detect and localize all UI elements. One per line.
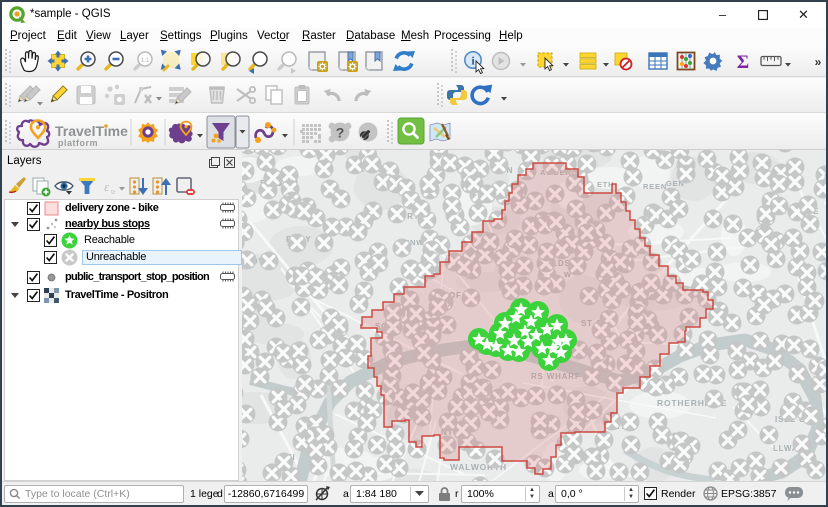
svg-text:»: »	[815, 55, 822, 69]
svg-text:TravelTime: TravelTime	[55, 123, 128, 139]
svg-text:1:1: 1:1	[140, 57, 149, 64]
svg-text:ε: ε	[104, 179, 110, 194]
svg-text:REEN: REEN	[643, 182, 667, 191]
svg-text:?: ?	[336, 125, 345, 141]
svg-text:Σ: Σ	[737, 52, 749, 73]
svg-text:platform: platform	[58, 138, 98, 148]
svg-text:υ: υ	[111, 187, 115, 196]
